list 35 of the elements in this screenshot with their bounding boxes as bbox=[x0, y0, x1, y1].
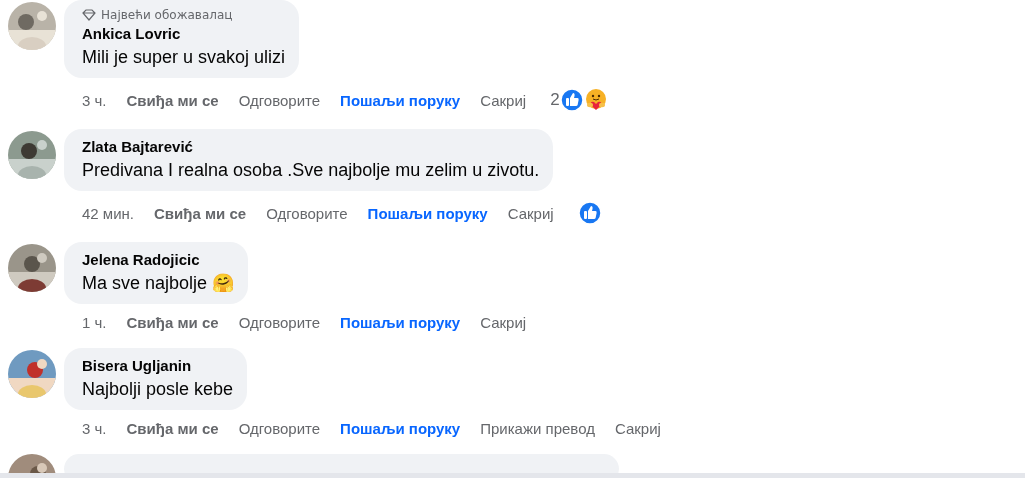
like-icon bbox=[577, 201, 602, 225]
timestamp[interactable]: 3 ч. bbox=[82, 420, 107, 437]
action-link[interactable]: Одговорите bbox=[266, 204, 348, 222]
timestamp[interactable]: 42 мин. bbox=[82, 204, 134, 222]
diamond-icon bbox=[82, 9, 96, 21]
action-link[interactable]: Сакриј bbox=[480, 314, 527, 331]
action-link[interactable]: Прикажи превод bbox=[480, 420, 595, 437]
timestamp[interactable]: 1 ч. bbox=[82, 314, 107, 331]
comment-text: Najbolji posle kebe bbox=[82, 378, 234, 401]
comment-text: Mili je super u svakoj ulizi bbox=[82, 46, 286, 69]
send-message-link[interactable]: Пошаљи поруку bbox=[367, 204, 488, 222]
hugging-face-icon bbox=[583, 88, 608, 112]
action-link[interactable]: Сакриј bbox=[614, 420, 661, 437]
author-name[interactable]: Zlata Bajtarević bbox=[82, 137, 540, 156]
timestamp[interactable]: 3 ч. bbox=[82, 91, 107, 109]
send-message-link[interactable]: Пошаљи поруку bbox=[340, 314, 461, 331]
reaction-count[interactable]: 2 bbox=[550, 90, 560, 110]
comment-text: Ma sve najbolje 🤗 bbox=[82, 272, 235, 295]
author-name[interactable]: Bisera Ugljanin bbox=[82, 356, 234, 375]
fan-badge-label: Највећи обожавалац bbox=[101, 8, 233, 22]
like-link[interactable]: Свиђа ми се bbox=[126, 420, 219, 437]
author-name[interactable]: Jelena Radojicic bbox=[82, 250, 235, 269]
like-link[interactable]: Свиђа ми се bbox=[154, 204, 247, 222]
like-link[interactable]: Свиђа ми се bbox=[126, 314, 219, 331]
action-link[interactable]: Одговорите bbox=[238, 91, 321, 109]
action-link[interactable]: Сакриј bbox=[507, 204, 554, 222]
like-icon bbox=[559, 88, 584, 112]
author-name[interactable]: Ankica Lovric bbox=[82, 24, 286, 43]
send-message-link[interactable]: Пошаљи поруку bbox=[340, 91, 461, 109]
action-link[interactable]: Сакриј bbox=[480, 91, 527, 109]
action-link[interactable]: Одговорите bbox=[238, 314, 321, 331]
like-link[interactable]: Свиђа ми се bbox=[126, 91, 219, 109]
send-message-link[interactable]: Пошаљи поруку bbox=[340, 420, 461, 437]
action-link[interactable]: Одговорите bbox=[238, 420, 321, 437]
comment-text: Predivana I realna osoba .Sve najbolje mu zelim u zivotu. bbox=[82, 159, 540, 182]
